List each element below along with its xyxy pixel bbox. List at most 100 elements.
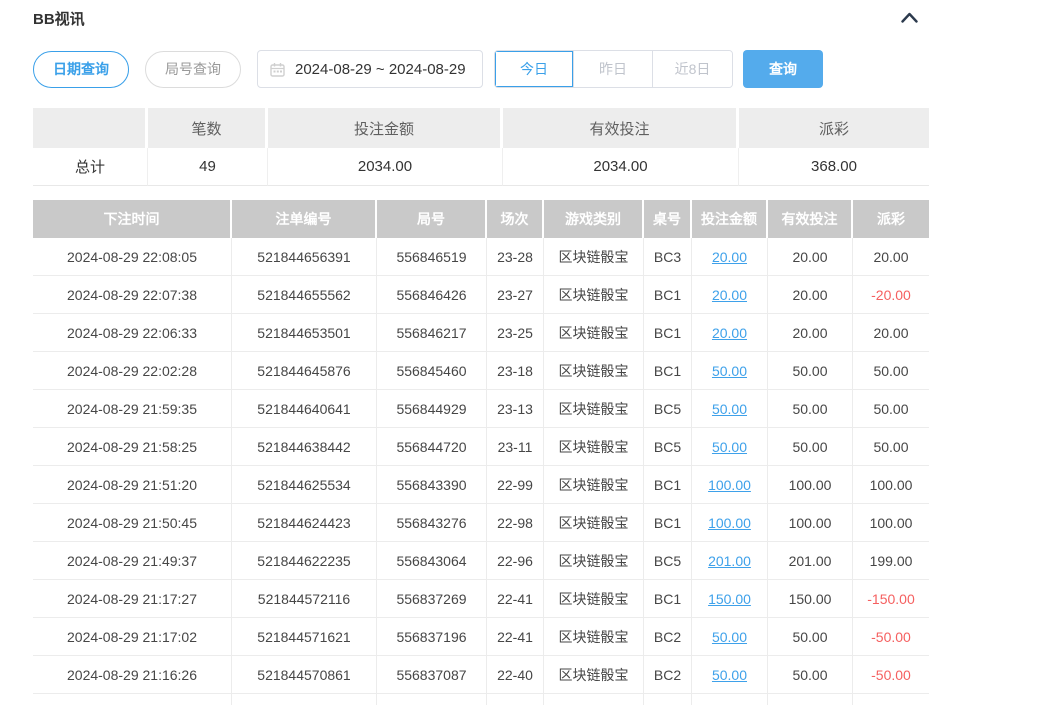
- summary-header-payout: 派彩: [739, 108, 929, 148]
- cell-session: 22-41: [487, 618, 544, 656]
- cell-table-no: BC1: [644, 466, 692, 504]
- cell-bet-amount[interactable]: 100.00: [692, 466, 768, 504]
- cell-bet-id: 521844653501: [232, 314, 377, 352]
- cell-game-type: 区块链骰宝: [544, 352, 644, 390]
- cell-valid-bet: 20.00: [768, 314, 853, 352]
- cell-bet-amount[interactable]: 50.00: [692, 428, 768, 466]
- cell-valid-bet: 50.00: [768, 618, 853, 656]
- cell-bet-time: 2024-08-29 22:02:28: [33, 352, 232, 390]
- cell-bet-amount[interactable]: 201.00: [692, 542, 768, 580]
- cell-payout: -50.00: [853, 618, 929, 656]
- summary-total-count: 49: [148, 148, 268, 186]
- cell-bet-time: 2024-08-29 21:17:02: [33, 618, 232, 656]
- cell-bet-amount[interactable]: 100.00: [692, 504, 768, 542]
- cell-bet-amount[interactable]: 20.00: [692, 314, 768, 352]
- cell-round-no: 556843390: [377, 466, 487, 504]
- table-row: 2024-08-29 22:07:38521844655562556846426…: [33, 276, 929, 314]
- cell-bet-time: 2024-08-29 21:59:35: [33, 390, 232, 428]
- cell-payout: 50.00: [853, 390, 929, 428]
- cell-session: 23-11: [487, 428, 544, 466]
- cell-session: 23-13: [487, 390, 544, 428]
- round-query-tab[interactable]: 局号查询: [145, 51, 241, 88]
- search-button[interactable]: 查询: [743, 50, 823, 88]
- cell-bet-amount[interactable]: 150.00: [692, 580, 768, 618]
- cell-round-no: 556846217: [377, 314, 487, 352]
- cell-round-no: 556844929: [377, 390, 487, 428]
- table-row: 2024-08-29 21:58:25521844638442556844720…: [33, 428, 929, 466]
- cell-bet-amount[interactable]: 50.00: [692, 352, 768, 390]
- summary-total-bet-amount: 2034.00: [268, 148, 503, 186]
- cell-bet-id: 521844638442: [232, 428, 377, 466]
- cell-empty: [768, 694, 853, 705]
- cell-round-no: 556846426: [377, 276, 487, 314]
- cell-table-no: BC1: [644, 276, 692, 314]
- cell-empty: [232, 694, 377, 705]
- cell-session: 22-41: [487, 580, 544, 618]
- table-row: 2024-08-29 21:51:20521844625534556843390…: [33, 466, 929, 504]
- bb-video-panel: BB视讯 日期查询 局号查询 2024-08-29 ~ 2024: [0, 0, 1042, 705]
- cell-empty: [644, 694, 692, 705]
- cell-table-no: BC5: [644, 390, 692, 428]
- table-row: 2024-08-29 21:50:45521844624423556843276…: [33, 504, 929, 542]
- cell-table-no: BC5: [644, 428, 692, 466]
- header-bet-time: 下注时间: [33, 200, 232, 238]
- cell-valid-bet: 50.00: [768, 352, 853, 390]
- calendar-icon: [270, 62, 285, 77]
- header-round-no: 局号: [377, 200, 487, 238]
- header-bet-id: 注单编号: [232, 200, 377, 238]
- header-session: 场次: [487, 200, 544, 238]
- panel-header: BB视讯: [33, 8, 929, 30]
- cell-session: 23-18: [487, 352, 544, 390]
- cell-empty: [487, 694, 544, 705]
- cell-round-no: 556844720: [377, 428, 487, 466]
- cell-round-no: 556843064: [377, 542, 487, 580]
- today-button[interactable]: 今日: [495, 51, 574, 87]
- summary-header-count: 笔数: [148, 108, 268, 148]
- cell-bet-id: 521844570861: [232, 656, 377, 694]
- cell-bet-id: 521844622235: [232, 542, 377, 580]
- date-query-tab[interactable]: 日期查询: [33, 51, 129, 88]
- yesterday-button[interactable]: 昨日: [574, 51, 653, 87]
- cell-bet-amount[interactable]: 50.00: [692, 390, 768, 428]
- date-range-picker[interactable]: 2024-08-29 ~ 2024-08-29: [257, 50, 483, 88]
- table-row: 2024-08-29 21:16:26521844570861556837087…: [33, 656, 929, 694]
- cell-session: 22-99: [487, 466, 544, 504]
- cell-payout: 20.00: [853, 314, 929, 352]
- cell-bet-amount[interactable]: 20.00: [692, 238, 768, 276]
- cell-round-no: 556837087: [377, 656, 487, 694]
- summary-header-empty: [33, 108, 148, 148]
- table-row: 2024-08-29 21:49:37521844622235556843064…: [33, 542, 929, 580]
- cell-payout: -150.00: [853, 580, 929, 618]
- last8days-button[interactable]: 近8日: [653, 51, 732, 87]
- cell-session: 22-96: [487, 542, 544, 580]
- date-range-value: 2024-08-29 ~ 2024-08-29: [295, 61, 466, 78]
- table-row: 2024-08-29 22:02:28521844645876556845460…: [33, 352, 929, 390]
- cell-session: 23-27: [487, 276, 544, 314]
- cell-bet-amount[interactable]: 20.00: [692, 276, 768, 314]
- cell-payout: -50.00: [853, 656, 929, 694]
- cell-bet-id: 521844624423: [232, 504, 377, 542]
- collapse-button[interactable]: [901, 10, 918, 28]
- cell-table-no: BC1: [644, 504, 692, 542]
- cell-payout: 50.00: [853, 428, 929, 466]
- cell-bet-time: 2024-08-29 21:50:45: [33, 504, 232, 542]
- cell-bet-amount[interactable]: 50.00: [692, 656, 768, 694]
- cell-payout: 199.00: [853, 542, 929, 580]
- cell-bet-id: 521844572116: [232, 580, 377, 618]
- cell-bet-id: 521844625534: [232, 466, 377, 504]
- cell-bet-time: 2024-08-29 21:58:25: [33, 428, 232, 466]
- cell-valid-bet: 50.00: [768, 428, 853, 466]
- cell-table-no: BC1: [644, 352, 692, 390]
- cell-bet-time: 2024-08-29 21:16:26: [33, 656, 232, 694]
- cell-valid-bet: 100.00: [768, 504, 853, 542]
- cell-bet-id: 521844656391: [232, 238, 377, 276]
- cell-game-type: 区块链骰宝: [544, 618, 644, 656]
- summary-total-row: 总计 49 2034.00 2034.00 368.00: [33, 148, 929, 186]
- cell-table-no: BC3: [644, 238, 692, 276]
- table-row: 2024-08-29 22:08:05521844656391556846519…: [33, 238, 929, 276]
- cell-table-no: BC2: [644, 618, 692, 656]
- cell-bet-amount[interactable]: 50.00: [692, 618, 768, 656]
- header-table-no: 桌号: [644, 200, 692, 238]
- summary-header-row: 笔数 投注金额 有效投注 派彩: [33, 108, 929, 148]
- cell-empty: [377, 694, 487, 705]
